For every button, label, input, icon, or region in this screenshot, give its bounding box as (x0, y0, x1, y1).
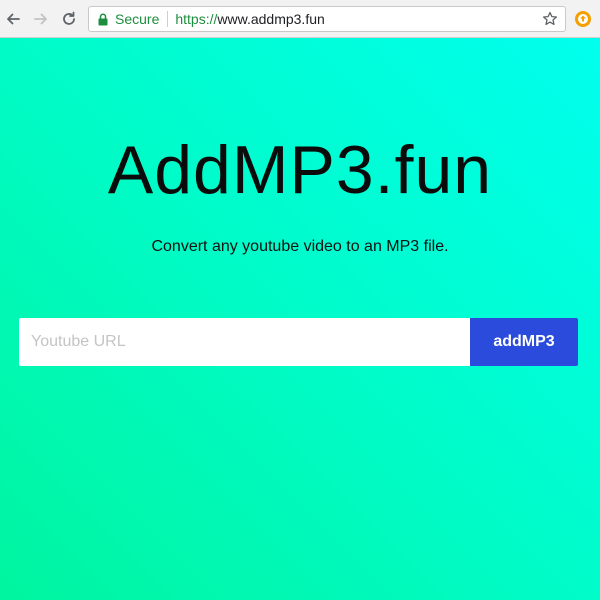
site-title: AddMP3.fun (107, 132, 493, 208)
convert-form: addMP3 (19, 318, 578, 366)
star-icon[interactable] (541, 10, 559, 28)
url-host: www.addmp3.fun (217, 11, 325, 27)
omnibox-divider (167, 11, 169, 27)
browser-toolbar: Secure https://www.addmp3.fun (0, 0, 600, 38)
forward-arrow-icon[interactable] (30, 8, 52, 30)
url-text[interactable]: https://www.addmp3.fun (175, 11, 541, 27)
reload-icon[interactable] (58, 8, 80, 30)
back-arrow-icon[interactable] (2, 8, 24, 30)
tagline: Convert any youtube video to an MP3 file… (151, 238, 449, 255)
address-bar[interactable]: Secure https://www.addmp3.fun (88, 6, 566, 32)
add-mp3-button[interactable]: addMP3 (470, 318, 578, 366)
youtube-url-input[interactable] (19, 318, 470, 366)
page-content: AddMP3.fun Convert any youtube video to … (0, 38, 600, 600)
secure-label: Secure (115, 11, 160, 27)
url-scheme: https:// (175, 11, 218, 27)
extension-icon[interactable] (574, 10, 592, 28)
lock-icon (97, 12, 109, 26)
